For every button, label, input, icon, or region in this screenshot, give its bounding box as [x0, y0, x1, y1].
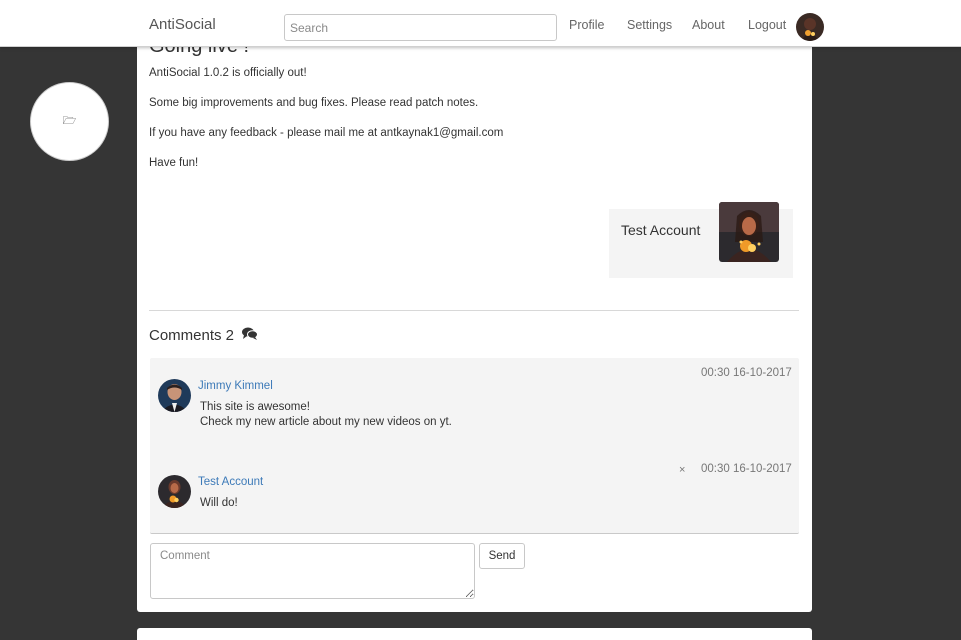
comments-list: 00:30 16-10-2017 Jimmy Kimmel This site … [150, 358, 799, 534]
comment-text-line: This site is awesome! [200, 401, 310, 413]
comment-avatar[interactable] [158, 379, 191, 412]
post-line: Have fun! [149, 157, 199, 169]
nav-logout-link[interactable]: Logout [748, 18, 786, 32]
comment-author-link[interactable]: Test Account [198, 476, 263, 488]
comment-text-line: Will do! [200, 497, 238, 509]
comments-count: Comments 2 [149, 327, 235, 344]
folder-open-icon: 🗁 [62, 115, 77, 127]
post-line: AntiSocial 1.0.2 is officially out! [149, 67, 307, 79]
brand-logo[interactable]: AntiSocial [149, 16, 216, 33]
send-button[interactable]: Send [479, 543, 525, 569]
comments-heading: Comments 2 [149, 327, 259, 344]
nav-profile-link[interactable]: Profile [569, 18, 604, 32]
post-card: Going live ! AntiSocial 1.0.2 is officia… [137, 30, 812, 612]
comment-author-link[interactable]: Jimmy Kimmel [198, 380, 273, 392]
delete-comment-button[interactable]: × [679, 464, 685, 476]
post-line: Some big improvements and bug fixes. Ple… [149, 97, 479, 109]
post-author-name: Test Account [621, 222, 701, 238]
search-input[interactable] [284, 14, 557, 41]
post-author-photo [719, 202, 779, 262]
comment-text-line: Check my new article about my new videos… [200, 416, 452, 428]
divider [149, 310, 799, 311]
navbar: AntiSocial Profile Settings About Logout [0, 0, 961, 47]
nav-about-link[interactable]: About [692, 18, 725, 32]
comment-avatar[interactable] [158, 475, 191, 508]
comments-icon [242, 327, 259, 344]
comment-input[interactable] [150, 543, 475, 599]
folder-button[interactable]: 🗁 [30, 82, 109, 161]
comment-time: 00:30 16-10-2017 [701, 463, 792, 475]
nav-settings-link[interactable]: Settings [627, 18, 672, 32]
comment-time: 00:30 16-10-2017 [701, 367, 792, 379]
post-author[interactable]: Test Account [609, 202, 793, 278]
next-post-card [137, 628, 812, 640]
post-line: If you have any feedback - please mail m… [149, 127, 504, 139]
user-avatar[interactable] [796, 13, 824, 41]
